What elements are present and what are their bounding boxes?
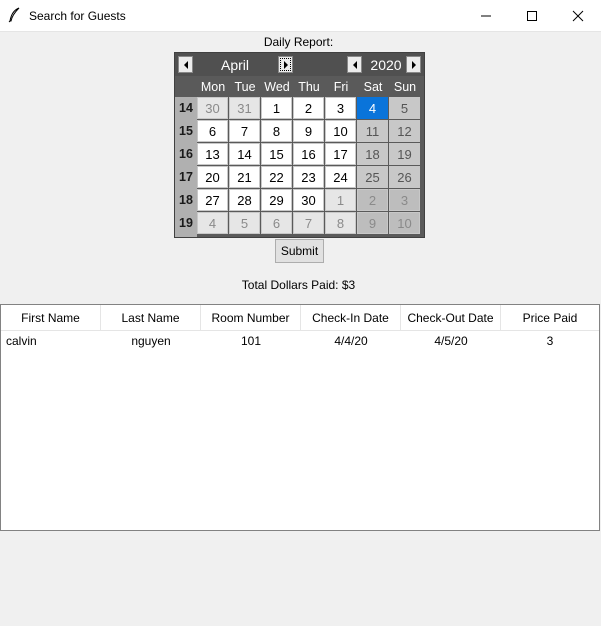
week-number: 18 — [179, 193, 193, 207]
calendar-day[interactable]: 7 — [229, 120, 260, 142]
week-number: 19 — [179, 216, 193, 230]
dow-label: Wed — [264, 80, 290, 94]
calendar-day[interactable]: 21 — [229, 166, 260, 188]
calendar-day[interactable]: 31 — [229, 97, 260, 119]
calendar-day[interactable]: 17 — [325, 143, 356, 165]
title-bar: Search for Guests — [0, 0, 601, 32]
feather-icon — [8, 7, 20, 23]
table-header: First Name Last Name Room Number Check-I… — [1, 305, 599, 331]
calendar-day[interactable]: 10 — [389, 212, 420, 234]
cell-first-name: calvin — [6, 334, 37, 348]
calendar-day[interactable]: 28 — [229, 189, 260, 211]
week-number: 15 — [179, 124, 193, 138]
week-number: 16 — [179, 147, 193, 161]
column-header-check-out-date[interactable]: Check-Out Date — [401, 305, 501, 330]
calendar-day[interactable]: 2 — [357, 189, 388, 211]
calendar-day[interactable]: 23 — [293, 166, 324, 188]
cell-last-name: nguyen — [131, 334, 171, 348]
dow-label: Fri — [333, 80, 349, 94]
calendar-day[interactable]: 13 — [197, 143, 228, 165]
calendar-day[interactable]: 8 — [261, 120, 292, 142]
daily-report-label: Daily Report: — [263, 35, 334, 49]
calendar-day[interactable]: 3 — [389, 189, 420, 211]
calendar-day[interactable]: 4 — [197, 212, 228, 234]
dow-label: Sun — [393, 80, 417, 94]
chevron-left-icon — [184, 61, 188, 69]
column-header-check-in-date[interactable]: Check-In Date — [301, 305, 401, 330]
table-row[interactable]: calvin nguyen 101 4/4/20 4/5/20 3 — [1, 332, 599, 352]
calendar-day[interactable]: 30 — [197, 97, 228, 119]
calendar-day[interactable]: 29 — [261, 189, 292, 211]
calendar-header: April 2020 — [175, 53, 424, 76]
next-year-button[interactable] — [406, 56, 421, 73]
maximize-icon — [527, 11, 537, 21]
calendar-day[interactable]: 9 — [357, 212, 388, 234]
calendar-day[interactable]: 5 — [389, 97, 420, 119]
close-icon — [572, 10, 584, 22]
calendar-day[interactable]: 1 — [325, 189, 356, 211]
calendar-day[interactable]: 6 — [261, 212, 292, 234]
calendar-day[interactable]: 15 — [261, 143, 292, 165]
minimize-button[interactable] — [463, 0, 509, 31]
cell-price-paid: 3 — [546, 334, 554, 348]
week-number-column: 14 15 16 17 18 19 — [175, 97, 197, 237]
calendar-day[interactable]: 7 — [293, 212, 324, 234]
dow-label: Sat — [363, 80, 383, 94]
maximize-button[interactable] — [509, 0, 555, 31]
column-header-price-paid[interactable]: Price Paid — [501, 305, 599, 330]
calendar-day[interactable]: 26 — [389, 166, 420, 188]
calendar-day[interactable]: 24 — [325, 166, 356, 188]
dow-label: Mon — [200, 80, 226, 94]
calendar-day[interactable]: 18 — [357, 143, 388, 165]
column-header-first-name[interactable]: First Name — [1, 305, 101, 330]
calendar-day[interactable]: 8 — [325, 212, 356, 234]
calendar-day-selected[interactable]: 4 — [357, 97, 388, 119]
calendar-day[interactable]: 20 — [197, 166, 228, 188]
year-label: 2020 — [370, 57, 402, 73]
chevron-right-icon — [412, 61, 416, 69]
month-label: April — [220, 57, 249, 73]
close-button[interactable] — [555, 0, 601, 31]
minimize-icon — [481, 15, 491, 17]
calendar-day[interactable]: 3 — [325, 97, 356, 119]
column-header-last-name[interactable]: Last Name — [101, 305, 201, 330]
guests-table[interactable]: First Name Last Name Room Number Check-I… — [0, 304, 600, 531]
calendar-day[interactable]: 6 — [197, 120, 228, 142]
cell-check-in-date: 4/4/20 — [334, 334, 368, 348]
days-of-week-row: Mon Tue Wed Thu Fri Sat Sun — [197, 77, 424, 97]
cell-check-out-date: 4/5/20 — [434, 334, 468, 348]
calendar-day[interactable]: 5 — [229, 212, 260, 234]
dow-label: Thu — [298, 80, 320, 94]
calendar-day[interactable]: 10 — [325, 120, 356, 142]
window-title: Search for Guests — [29, 9, 126, 23]
dow-label: Tue — [234, 80, 256, 94]
submit-button[interactable]: Submit — [275, 239, 324, 263]
calendar-day[interactable]: 30 — [293, 189, 324, 211]
calendar-day[interactable]: 16 — [293, 143, 324, 165]
calendar-day[interactable]: 27 — [197, 189, 228, 211]
calendar-day[interactable]: 1 — [261, 97, 292, 119]
week-number: 17 — [179, 170, 193, 184]
calendar-day[interactable]: 25 — [357, 166, 388, 188]
prev-year-button[interactable] — [347, 56, 362, 73]
total-dollars-label: Total Dollars Paid: $3 — [241, 278, 356, 292]
calendar-day[interactable]: 12 — [389, 120, 420, 142]
prev-month-button[interactable] — [178, 56, 193, 73]
week-number: 14 — [179, 101, 193, 115]
calendar-day[interactable]: 22 — [261, 166, 292, 188]
calendar-day[interactable]: 19 — [389, 143, 420, 165]
cell-room-number: 101 — [240, 334, 262, 348]
next-month-button[interactable] — [278, 56, 293, 73]
calendar-day[interactable]: 2 — [293, 97, 324, 119]
calendar-day[interactable]: 11 — [357, 120, 388, 142]
chevron-right-icon — [284, 61, 288, 69]
date-picker-calendar[interactable]: April 2020 Mon Tue Wed Thu Fri Sat Sun 1… — [174, 52, 425, 238]
chevron-left-icon — [353, 61, 357, 69]
calendar-day[interactable]: 14 — [229, 143, 260, 165]
column-header-room-number[interactable]: Room Number — [201, 305, 301, 330]
calendar-day[interactable]: 9 — [293, 120, 324, 142]
